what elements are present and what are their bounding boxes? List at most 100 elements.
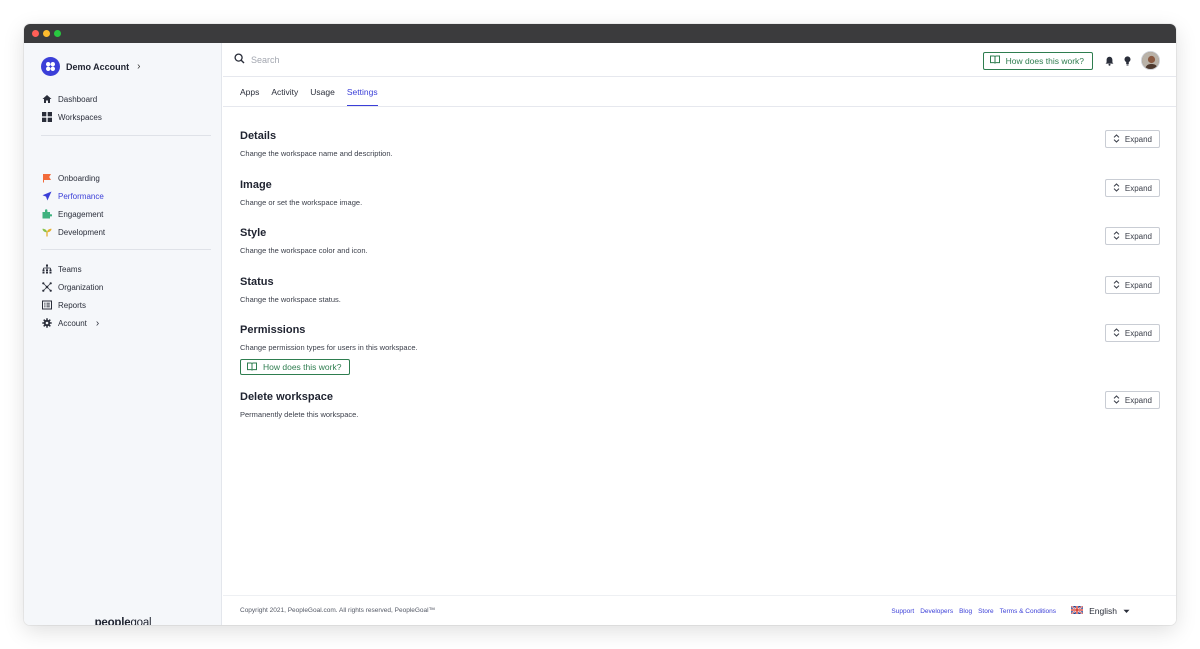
top-bar-actions: How does this work?: [982, 51, 1160, 70]
help-label: How does this work?: [263, 362, 342, 372]
sidebar-item-label: Dashboard: [58, 94, 98, 104]
sidebar-item-label: Onboarding: [58, 173, 100, 183]
tab-activity[interactable]: Activity: [271, 77, 298, 107]
sidebar-item-label: Organization: [58, 282, 104, 292]
sidebar-divider: [41, 135, 211, 136]
section-title: Style: [240, 227, 267, 239]
settings-section-details: Details Change the workspace name and de…: [240, 130, 1160, 158]
uk-flag-icon: [1070, 605, 1084, 616]
top-bar: How does this work?: [223, 43, 1176, 77]
tab-usage[interactable]: Usage: [310, 77, 335, 107]
expand-button[interactable]: Expand: [1104, 391, 1160, 409]
section-description: Change or set the workspace image.: [240, 198, 363, 207]
bell-icon[interactable]: [1105, 56, 1114, 66]
sidebar-item-performance[interactable]: Performance: [41, 187, 211, 205]
tab-settings[interactable]: Settings: [346, 77, 378, 107]
footer-link-developers[interactable]: Developers: [920, 608, 953, 615]
how-does-this-work-label: How does this work?: [1005, 55, 1084, 66]
sidebar-item-teams[interactable]: Teams: [41, 260, 211, 278]
section-title: Image: [240, 179, 272, 191]
sidebar-item-reports[interactable]: Reports: [41, 296, 211, 314]
footer-link-terms[interactable]: Terms & Conditions: [1000, 608, 1056, 615]
brand-regular: goal: [130, 617, 152, 625]
footer-link-blog[interactable]: Blog: [959, 608, 972, 615]
language-selector[interactable]: English: [1070, 596, 1130, 625]
network-icon: [41, 282, 52, 293]
footer-link-support[interactable]: Support: [891, 608, 914, 615]
section-title: Details: [240, 130, 277, 142]
sidebar-item-dashboard[interactable]: Dashboard: [41, 90, 211, 108]
book-icon: [247, 362, 257, 373]
sidebar-item-organization[interactable]: Organization: [41, 278, 211, 296]
section-description: Change the workspace color and icon.: [240, 246, 368, 255]
expand-button[interactable]: Expand: [1104, 179, 1160, 197]
expand-arrows-icon: [1113, 279, 1120, 291]
section-description: Change the workspace status.: [240, 295, 341, 304]
search-input[interactable]: [251, 54, 451, 65]
expand-button[interactable]: Expand: [1104, 227, 1160, 245]
sidebar-item-account[interactable]: Account ›: [41, 314, 211, 332]
expand-label: Expand: [1124, 395, 1152, 405]
lightbulb-icon[interactable]: [1124, 55, 1131, 66]
grid-icon: [41, 112, 52, 123]
section-title: Delete workspace: [240, 391, 333, 403]
sidebar-item-onboarding[interactable]: Onboarding: [41, 169, 211, 187]
settings-section-permissions: Permissions Change permission types for …: [240, 324, 1160, 376]
tab-bar: Apps Activity Usage Settings: [240, 77, 378, 107]
sidebar-item-engagement[interactable]: Engagement: [41, 205, 211, 223]
expand-button[interactable]: Expand: [1104, 130, 1160, 148]
sidebar-item-label: Engagement: [58, 209, 104, 219]
app-window: Demo Account › Dashboard Workspaces Onbo…: [24, 24, 1176, 625]
maximize-window-button[interactable]: [54, 30, 61, 37]
brand-bold: people: [94, 617, 131, 625]
sidebar: Demo Account › Dashboard Workspaces Onbo…: [24, 43, 222, 625]
account-logo-icon: [41, 57, 60, 76]
how-does-this-work-button[interactable]: How does this work?: [982, 51, 1093, 70]
expand-arrows-icon: [1113, 394, 1120, 406]
sidebar-item-label: Reports: [58, 300, 87, 310]
caret-down-icon: [1123, 606, 1130, 616]
expand-arrows-icon: [1113, 182, 1120, 194]
flag-icon: [41, 173, 52, 184]
sidebar-item-label: Workspaces: [58, 112, 102, 122]
expand-arrows-icon: [1113, 327, 1120, 339]
sidebar-item-label: Performance: [58, 191, 104, 201]
tab-apps[interactable]: Apps: [240, 77, 259, 107]
sidebar-item-label: Teams: [58, 264, 82, 274]
permissions-help-button[interactable]: How does this work?: [240, 359, 351, 375]
section-description: Change permission types for users in thi…: [240, 343, 418, 352]
book-icon: [989, 55, 1000, 66]
section-description: Permanently delete this workspace.: [240, 410, 359, 419]
sidebar-item-development[interactable]: Development: [41, 223, 211, 241]
expand-button[interactable]: Expand: [1104, 276, 1160, 294]
search-bar: [234, 51, 451, 69]
expand-label: Expand: [1124, 134, 1152, 144]
account-switcher[interactable]: Demo Account ›: [41, 57, 141, 76]
main-content: How does this work? Apps Activity Usage …: [223, 43, 1176, 625]
puzzle-icon: [41, 209, 52, 220]
peoplegoal-logo: peoplegoal: [24, 617, 222, 625]
copyright-text: Copyright 2021, PeopleGoal.com. All righ…: [240, 607, 436, 614]
paper-plane-icon: [41, 191, 52, 202]
expand-label: Expand: [1124, 280, 1152, 290]
settings-section-status: Status Change the workspace status. Expa…: [240, 276, 1160, 304]
user-avatar[interactable]: [1141, 51, 1160, 70]
home-icon: [41, 94, 52, 105]
footer: Copyright 2021, PeopleGoal.com. All righ…: [223, 595, 1176, 625]
sprout-icon: [41, 227, 52, 238]
minimize-window-button[interactable]: [43, 30, 50, 37]
tabs-divider: [223, 106, 1176, 107]
gear-icon: [41, 318, 52, 329]
close-window-button[interactable]: [32, 30, 39, 37]
footer-links: Support Developers Blog Store Terms & Co…: [891, 596, 1056, 625]
nav-group-admin: Teams Organization Reports Account ›: [41, 260, 211, 332]
footer-link-store[interactable]: Store: [978, 608, 994, 615]
nav-group-main: Dashboard Workspaces: [41, 90, 211, 126]
expand-button[interactable]: Expand: [1104, 324, 1160, 342]
settings-section-image: Image Change or set the workspace image.…: [240, 179, 1160, 207]
report-icon: [41, 300, 52, 311]
expand-label: Expand: [1124, 183, 1152, 193]
expand-arrows-icon: [1113, 230, 1120, 242]
sidebar-divider: [41, 249, 211, 250]
sidebar-item-workspaces[interactable]: Workspaces: [41, 108, 211, 126]
